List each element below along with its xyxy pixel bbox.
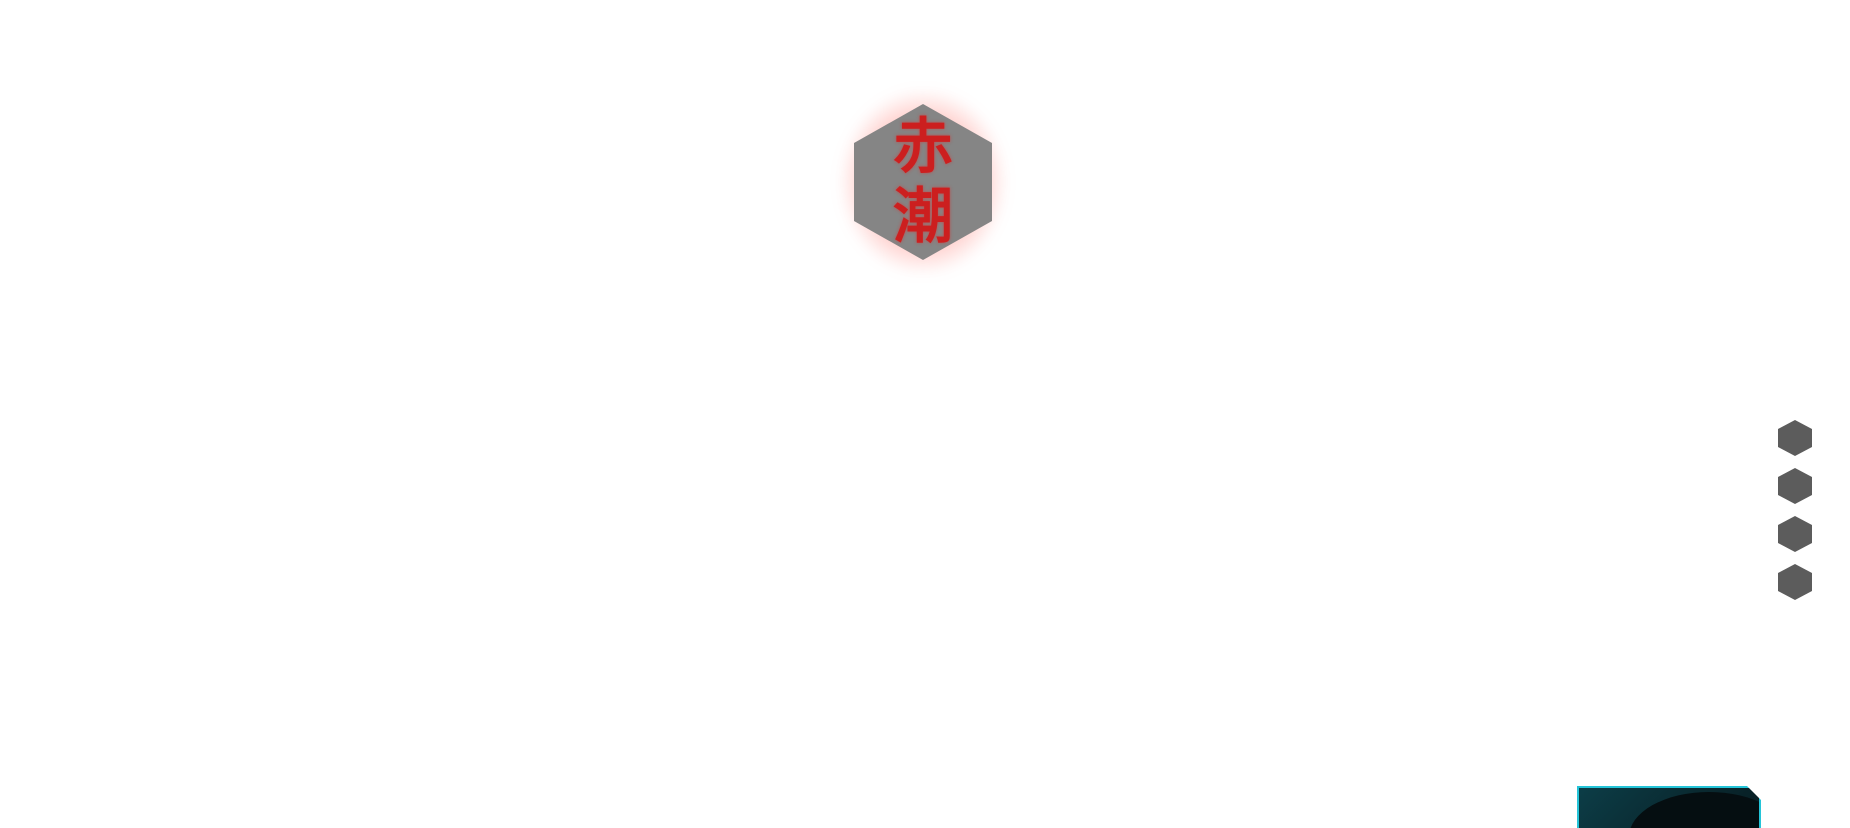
section-nav-dot-4[interactable]	[1778, 564, 1812, 600]
section-nav-dot-2[interactable]	[1778, 468, 1812, 504]
section-nav-dot-1[interactable]	[1778, 420, 1812, 456]
logo-char-bottom: 潮	[893, 182, 953, 252]
logo-char-top: 赤	[893, 112, 953, 182]
logo-text: 赤 潮	[854, 104, 992, 260]
logo-hexagon[interactable]: 赤 潮	[840, 90, 1006, 274]
section-nav-dot-3[interactable]	[1778, 516, 1812, 552]
section-nav	[1778, 420, 1812, 600]
bottom-right-panel[interactable]	[1577, 786, 1761, 828]
